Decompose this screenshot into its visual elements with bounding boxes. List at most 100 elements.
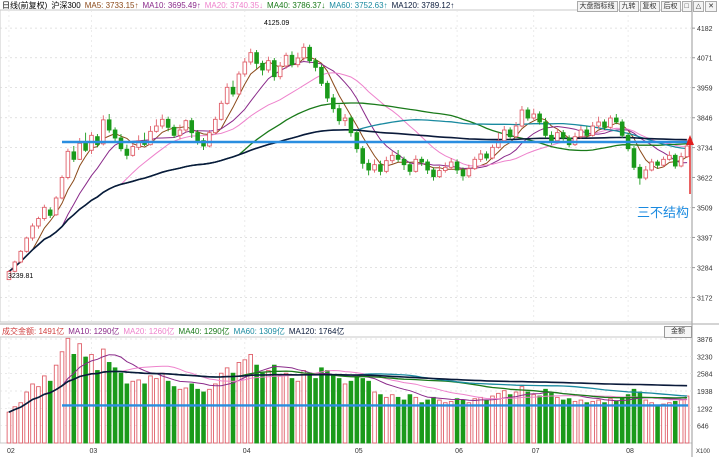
toolbar-jiuzhuan-button[interactable]: 九转 [618,1,639,12]
volume-bar-down [360,378,366,444]
toolbar-maximize-button[interactable]: □ [681,1,692,12]
price-axis: 4182 4071 3959 3846 3734 3622 3509 3397 3284 3172 [692,26,713,302]
candle-up [448,161,454,168]
candle-up [283,54,289,67]
candle-up [42,206,47,219]
candle-down [336,108,342,122]
volume-metric-select[interactable]: 金额 [664,326,692,338]
price-tick-label: 3284 [697,266,713,273]
candle-down [543,121,548,136]
volume-bar-up [531,394,537,444]
candle-down [401,158,407,166]
price-tick-label: 3397 [697,235,713,242]
candle-up [59,177,65,199]
volume-unit-label: X100 [696,449,711,455]
volume-bar-down [325,370,330,444]
toolbar-market-indicator-button[interactable]: 大盘指标线 [576,1,618,12]
x-tick-label: 05 [355,448,363,455]
candle-down [348,117,354,134]
volume-value: 成交金额: 1491亿 [2,327,65,336]
candle-down [260,62,265,71]
toolbar-close-button[interactable]: ✕ [705,1,717,12]
candle-down [584,129,590,136]
candle-up [596,121,601,127]
candle-up [649,161,654,171]
volume-bar-up [159,372,165,444]
volume-bar-down [336,378,342,444]
volume-bar-down [507,394,513,444]
candle-down [537,113,542,123]
candle-down [118,137,124,150]
candle-down [124,148,130,156]
candle-down [431,169,436,178]
x-tick-label: 04 [243,448,251,455]
volume-bar-up [242,359,248,444]
candle-down [171,126,177,136]
candle-up [590,125,595,136]
toolbar-houquan-button[interactable]: 后权 [660,1,681,12]
volume-bar-up [466,402,472,444]
candle-up [372,164,377,171]
candle-down [631,148,637,168]
volume-bar-up [36,386,41,444]
volume-bar-down [348,380,354,444]
volume-bar-up [496,392,501,444]
toolbar-collapse-button[interactable]: △ [692,1,705,12]
volume-bar-up [65,337,71,444]
volume-axis: 3876 3230 2584 1938 1292 646 X100 [696,337,713,455]
candle-down [425,161,430,171]
volume-tick-label: 2584 [697,372,713,379]
candle-up [36,218,41,227]
candle-down [454,161,460,171]
drawn-horizontal-lines[interactable] [62,140,688,407]
candle-up [513,125,519,138]
volume-bar-up [24,391,29,444]
volume-bar-up [136,379,141,444]
volume-bar-down [165,380,171,444]
x-tick-label: 07 [532,448,540,455]
x-tick-label: 06 [455,448,463,455]
volume-bar-up [130,380,136,444]
up-arrow-icon [686,135,694,194]
candle-down [230,86,236,95]
candle-down [313,60,318,68]
volume-bar-down [83,356,88,444]
ma120-value: MA120: 3789.12↑ [391,1,455,10]
ma5-value: MA5: 3733.15↑ [84,1,139,10]
volume-bar-down [189,383,195,444]
volume-bar-down [543,388,548,444]
price-legend: 日线(前复权) 沪深300 MA5: 3733.15↑ MA10: 3695.49↑ M… [2,1,458,11]
candle-up [236,73,242,95]
annotation-text: 三不结构 [637,206,689,221]
volume-bar-up [177,388,183,444]
candle-down [195,132,200,142]
price-tick-label: 3622 [697,175,713,182]
toolbar-fuquan-button[interactable]: 复权 [639,1,660,12]
volume-bar-up [342,383,348,444]
candle-down [672,154,678,167]
candle-up [667,154,672,160]
candle-up [384,160,389,172]
volume-tick-label: 3876 [697,337,713,344]
volume-bar-down [584,402,590,444]
vol-ma60-value: MA60: 1309亿 [233,327,285,336]
candle-up [478,153,483,160]
candle-up [224,86,230,104]
high-price-label: 4125.09 [264,20,289,27]
x-tick-label: 02 [7,448,15,455]
vol-ma10-value: MA10: 1290亿 [68,327,120,336]
volume-bar-down [260,372,265,444]
volume-bar-up [283,372,289,444]
ma20-value: MA20: 3740.35↓ [204,1,264,10]
price-tick-label: 3959 [697,86,713,93]
volume-bar-up [30,383,35,444]
volume-bar-down [672,400,678,444]
candle-up [555,132,560,142]
candle-up [183,120,189,131]
ma10-value: MA10: 3695.49↑ [142,1,201,10]
volume-bar-down [431,396,436,444]
candle-down [112,129,118,139]
candle-up [389,154,395,162]
vol-ma120-value: MA120: 1764亿 [288,327,345,336]
vol-ma40-value: MA40: 1290亿 [178,327,230,336]
